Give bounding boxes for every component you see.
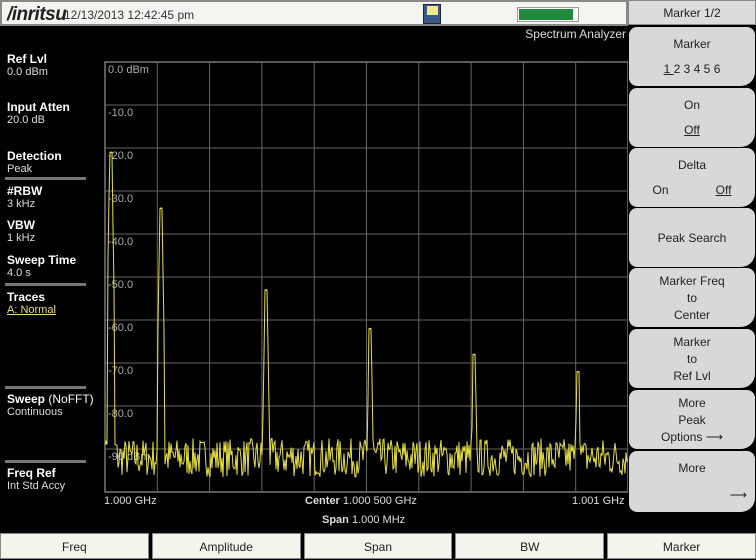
l3: Ref Lvl: [673, 368, 711, 383]
l2: to: [686, 290, 697, 305]
marker-options: 1 2 3 4 5 6: [629, 62, 755, 76]
l3: Options ⟶: [629, 430, 755, 444]
peak-point: [369, 327, 371, 330]
peak-point: [265, 289, 267, 291]
x-end-label: 1.001 GHz: [572, 495, 625, 507]
y-tick-label: -70.0: [108, 365, 133, 377]
center-freq: Center 1.000 500 GHz: [305, 495, 417, 507]
y-tick-label: -40.0: [108, 236, 133, 248]
y-tick-label: -10.0: [108, 107, 133, 119]
tab-freq[interactable]: Freq: [0, 533, 149, 559]
off-label: Off: [684, 123, 700, 138]
arrow-right-icon: ⟶: [729, 487, 747, 502]
on-label: On: [683, 97, 700, 112]
spectrum-plot[interactable]: 0.0 dBm-10.0-20.0-30.0-40.0-50.0-60.0-70…: [0, 0, 628, 533]
off-label: Off: [715, 183, 732, 198]
panel-title: Marker 1/2: [628, 0, 756, 25]
label: Marker: [673, 36, 711, 51]
span-value: 1.000 MHz: [351, 514, 406, 526]
l1: Marker: [673, 334, 711, 349]
marker-freq-to-center-button[interactable]: Marker Freq to Center: [629, 268, 755, 327]
marker-on-off-button[interactable]: On Off: [629, 88, 755, 147]
marker-to-ref-lvl-button[interactable]: Marker to Ref Lvl: [629, 329, 755, 388]
x-start-label: 1.000 GHz: [104, 495, 157, 507]
marker-option-1[interactable]: 1: [664, 62, 674, 76]
y-tick-label: -60.0: [108, 322, 133, 334]
marker-option-5[interactable]: 5: [704, 62, 714, 76]
label: More: [678, 461, 706, 476]
menu-bar: Freq Amplitude Span BW Marker: [0, 533, 756, 559]
more-peak-options-button[interactable]: More Peak Options ⟶: [629, 390, 755, 449]
marker-option-4[interactable]: 4: [694, 62, 704, 76]
tab-bw[interactable]: BW: [455, 533, 605, 559]
on-label: On: [652, 183, 669, 198]
y-tick-label: -80.0: [108, 408, 133, 420]
center-label: Center: [305, 495, 340, 507]
l1: More: [678, 395, 706, 410]
l1: Marker Freq: [659, 273, 725, 288]
tab-marker[interactable]: Marker: [607, 533, 756, 559]
peak-point: [576, 370, 579, 373]
y-tick-label: 0.0 dBm: [108, 64, 149, 76]
center-value: 1.000 500 GHz: [342, 495, 417, 507]
span: Span 1.000 MHz: [322, 514, 405, 526]
y-tick-label: -50.0: [108, 279, 133, 291]
peak-point: [109, 151, 112, 154]
marker-select-button[interactable]: Marker 1 2 3 4 5 6: [629, 27, 755, 86]
marker-option-6[interactable]: 6: [714, 62, 721, 76]
peak-search-button[interactable]: Peak Search: [629, 208, 755, 267]
marker-option-3[interactable]: 3: [684, 62, 694, 76]
label: Delta: [677, 157, 706, 172]
tab-span[interactable]: Span: [303, 533, 453, 559]
marker-option-2[interactable]: 2: [674, 62, 684, 76]
l3-text: Options: [661, 429, 703, 444]
peak-point: [160, 207, 162, 209]
l2: Peak: [678, 412, 706, 427]
peak-point: [473, 353, 476, 356]
l2: to: [686, 351, 697, 366]
tab-amplitude[interactable]: Amplitude: [151, 533, 301, 559]
delta-button[interactable]: Delta On Off: [629, 148, 755, 207]
l3: Center: [673, 307, 711, 322]
y-tick-label: -30.0: [108, 193, 133, 205]
arrow-right-icon: ⟶: [705, 429, 723, 444]
more-button[interactable]: More ⟶: [629, 451, 755, 512]
span-label: Span: [322, 514, 349, 526]
softkey-panel: Marker 1/2 Marker 1 2 3 4 5 6 On Off Delta…: [628, 0, 756, 533]
